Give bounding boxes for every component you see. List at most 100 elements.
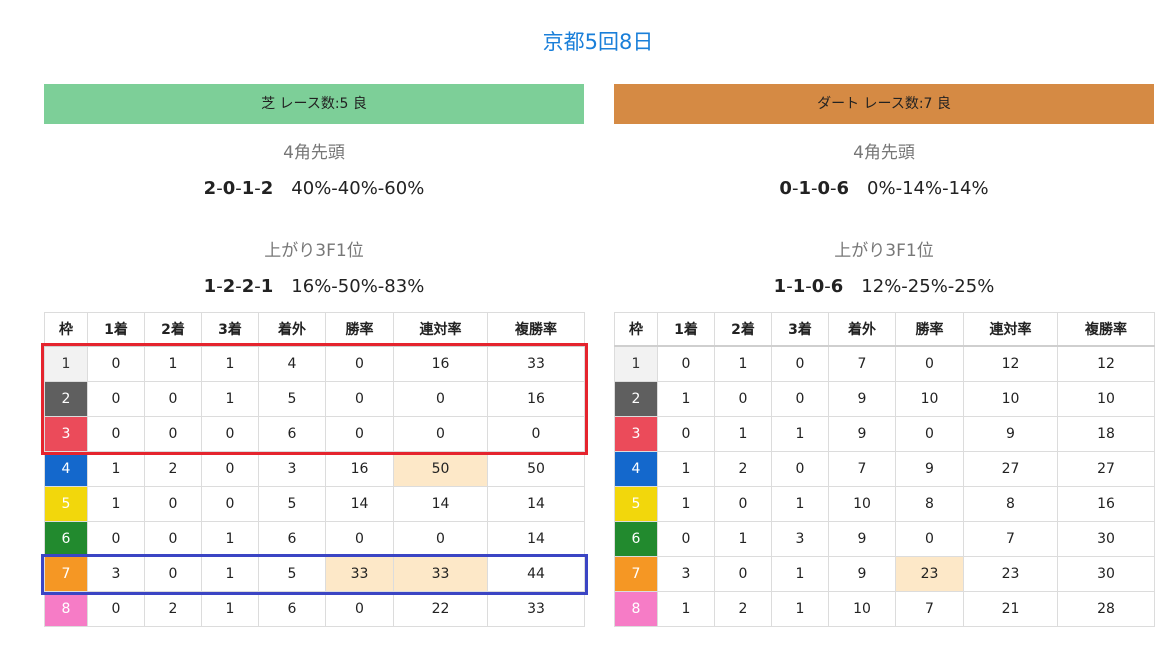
dirt-corner-rates: 0%-14%-14% [867, 178, 989, 199]
cell-win-rate: 14 [325, 486, 394, 522]
cell-1st: 0 [657, 345, 715, 382]
cell-out: 7 [828, 451, 896, 487]
cell-2nd: 1 [714, 521, 772, 557]
table-row: 2 1 0 0 9 10 10 10 [614, 381, 1155, 417]
cell-3rd: 1 [201, 521, 259, 557]
cell-2nd: 0 [714, 486, 772, 522]
cell-2nd: 2 [714, 451, 772, 487]
cell-win-rate: 7 [895, 591, 964, 627]
cell-top2-rate: 27 [963, 451, 1058, 487]
dirt-last3f-label: 上がり3F1位 [834, 241, 934, 261]
table-row: 7 3 0 1 9 23 23 30 [614, 556, 1155, 592]
dirt-last3f-record: 1-1-0-6 [773, 276, 844, 297]
cell-3rd: 0 [771, 451, 829, 487]
turf-last3f-rates: 16%-50%-83% [291, 276, 425, 297]
cell-top3-rate: 50 [487, 451, 585, 487]
cell-top2-rate: 9 [963, 416, 1058, 452]
waku-badge: 6 [614, 521, 658, 557]
turf-corner-stats: 2-0-1-2 40%-40%-60% [44, 176, 584, 202]
cell-win-rate: 10 [895, 381, 964, 417]
waku-badge: 8 [614, 591, 658, 627]
table-row: 4 1 2 0 7 9 27 27 [614, 451, 1155, 487]
cell-top2-rate: 22 [393, 591, 488, 627]
cell-out: 6 [258, 591, 326, 627]
col-header-1st: 1着 [87, 312, 145, 347]
cell-top3-rate: 18 [1057, 416, 1155, 452]
waku-badge: 3 [614, 416, 658, 452]
turf-header: 芝 レース数:5 良 [44, 84, 584, 124]
col-header-waku: 枠 [614, 312, 658, 347]
cell-out: 9 [828, 416, 896, 452]
dirt-header: ダート レース数:7 良 [614, 84, 1154, 124]
waku-badge: 1 [614, 345, 658, 382]
cell-out: 7 [828, 345, 896, 382]
turf-panel: 芝 レース数:5 良 4角先頭 2-0-1-2 40%-40%-60% 上がり3F… [44, 84, 585, 627]
cell-2nd: 0 [144, 521, 202, 557]
col-header-out: 着外 [828, 312, 896, 347]
table-row: 5 1 0 0 5 14 14 14 [44, 486, 585, 522]
table-header-row: 枠 1着 2着 3着 着外 勝率 連対率 複勝率 [614, 312, 1155, 347]
turf-last3f-record: 1-2-2-1 [203, 276, 274, 297]
waku-badge: 6 [44, 521, 88, 557]
cell-top2-rate: 12 [963, 345, 1058, 382]
table-row: 4 1 2 0 3 16 50 50 [44, 451, 585, 487]
cell-top3-rate: 16 [1057, 486, 1155, 522]
cell-top2-rate: 0 [393, 521, 488, 557]
waku-badge: 7 [614, 556, 658, 592]
cell-3rd: 0 [201, 451, 259, 487]
cell-win-rate: 23 [895, 556, 964, 592]
col-header-3rd: 3着 [771, 312, 829, 347]
col-header-top2-rate: 連対率 [963, 312, 1058, 347]
cell-1st: 0 [657, 416, 715, 452]
waku-badge: 2 [614, 381, 658, 417]
cell-out: 3 [258, 451, 326, 487]
cell-2nd: 2 [714, 591, 772, 627]
col-header-top3-rate: 複勝率 [1057, 312, 1155, 347]
cell-out: 9 [828, 556, 896, 592]
dirt-last3f-stats: 1-1-0-6 12%-25%-25% [614, 274, 1154, 300]
cell-top3-rate: 28 [1057, 591, 1155, 627]
table-row: 6 0 0 1 6 0 0 14 [44, 521, 585, 557]
cell-out: 5 [258, 486, 326, 522]
col-header-out: 着外 [258, 312, 326, 347]
cell-win-rate: 0 [325, 591, 394, 627]
cell-top3-rate: 12 [1057, 345, 1155, 382]
dirt-corner-record: 0-1-0-6 [779, 178, 850, 199]
cell-top2-rate: 21 [963, 591, 1058, 627]
turf-corner-label: 4角先頭 [283, 143, 345, 163]
dirt-last3f-rates: 12%-25%-25% [861, 276, 995, 297]
highlight-frame [40, 343, 588, 455]
table-row: 1 0 1 0 7 0 12 12 [614, 345, 1155, 382]
cell-top2-rate: 14 [393, 486, 488, 522]
cell-1st: 3 [657, 556, 715, 592]
col-header-2nd: 2着 [144, 312, 202, 347]
cell-out: 10 [828, 486, 896, 522]
cell-1st: 1 [657, 591, 715, 627]
cell-1st: 0 [87, 591, 145, 627]
cell-top3-rate: 30 [1057, 521, 1155, 557]
cell-2nd: 0 [144, 486, 202, 522]
cell-top3-rate: 33 [487, 591, 585, 627]
cell-3rd: 0 [201, 486, 259, 522]
table-header-row: 枠 1着 2着 3着 着外 勝率 連対率 複勝率 [44, 312, 585, 347]
cell-3rd: 3 [771, 521, 829, 557]
cell-top3-rate: 10 [1057, 381, 1155, 417]
cell-win-rate: 0 [895, 345, 964, 382]
table-row: 6 0 1 3 9 0 7 30 [614, 521, 1155, 557]
cell-3rd: 0 [771, 381, 829, 417]
cell-win-rate: 8 [895, 486, 964, 522]
cell-out: 10 [828, 591, 896, 627]
cell-2nd: 0 [714, 381, 772, 417]
cell-2nd: 0 [714, 556, 772, 592]
cell-2nd: 2 [144, 451, 202, 487]
cell-2nd: 1 [714, 345, 772, 382]
col-header-1st: 1着 [657, 312, 715, 347]
cell-top3-rate: 14 [487, 521, 585, 557]
cell-top2-rate: 10 [963, 381, 1058, 417]
turf-last3f-stats: 1-2-2-1 16%-50%-83% [44, 274, 584, 300]
waku-badge: 4 [44, 451, 88, 487]
cell-win-rate: 0 [895, 416, 964, 452]
col-header-waku: 枠 [44, 312, 88, 347]
cell-win-rate: 9 [895, 451, 964, 487]
cell-top2-rate: 50 [393, 451, 488, 487]
